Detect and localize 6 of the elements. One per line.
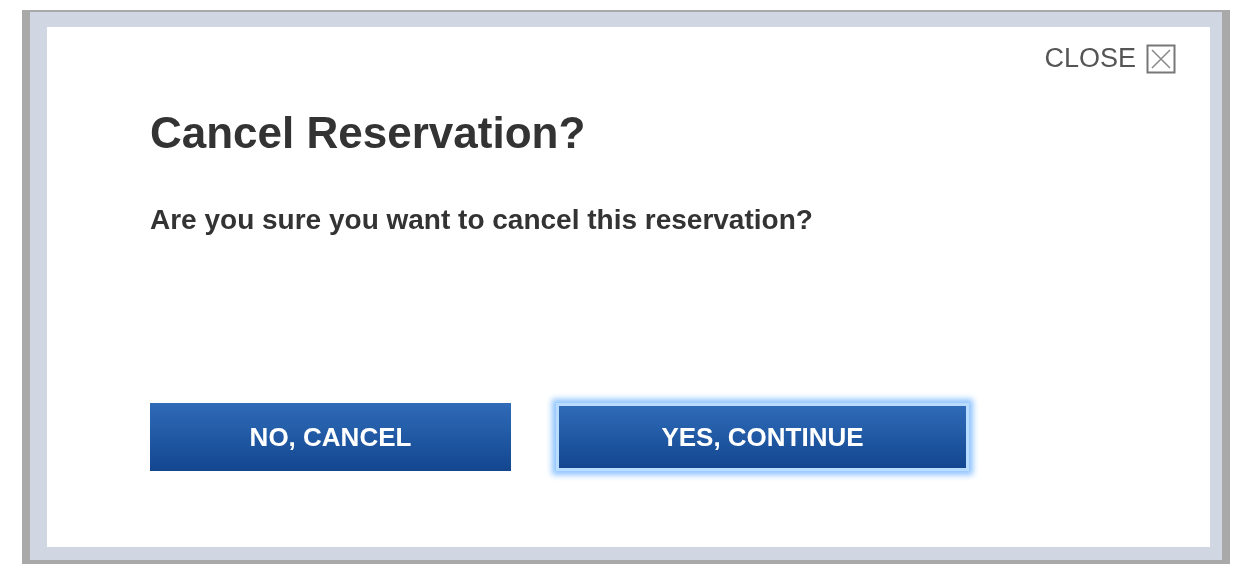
dialog-message: Are you sure you want to cancel this reservation? [150,204,814,236]
close-icon [1146,43,1176,74]
close-button[interactable]: CLOSE [1044,43,1176,74]
dialog-title: Cancel Reservation? [150,108,587,158]
dialog-button[interactable]: YES, CONTINUE [556,403,969,471]
dialog-button[interactable]: NO, CANCEL [150,403,511,471]
